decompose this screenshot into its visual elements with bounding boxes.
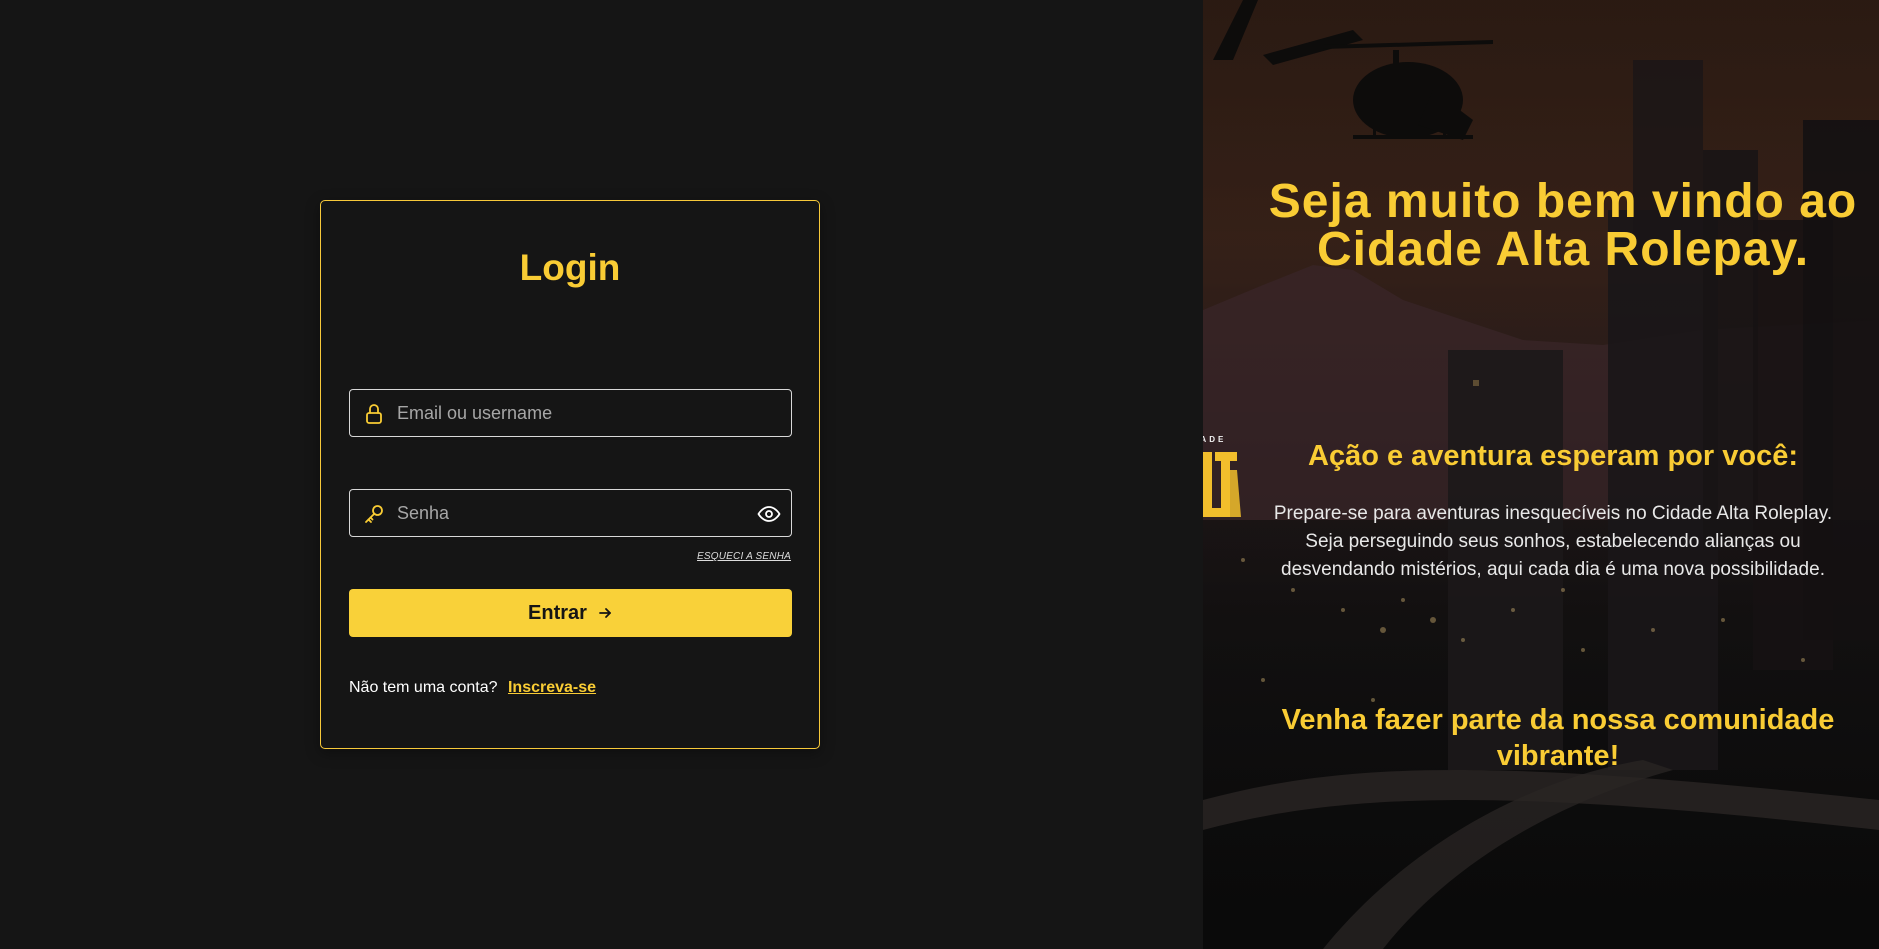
cidade-alta-logo: CIDADE: [1203, 432, 1243, 522]
signup-row: Não tem uma conta? Inscreva-se: [349, 679, 596, 697]
welcome-subtitle: Ação e aventura esperam por você:: [1308, 440, 1798, 472]
community-cta: Venha fazer parte da nossa comunidade vi…: [1281, 704, 1835, 772]
key-icon: [362, 502, 386, 526]
submit-label: Entrar: [528, 601, 587, 624]
username-field[interactable]: [349, 389, 792, 437]
forgot-password-link[interactable]: ESQUECI A SENHA: [697, 551, 791, 562]
login-panel: Login Email ou username ESQUECI A SENHA …: [0, 0, 1203, 949]
login-card: Login Email ou username ESQUECI A SENHA …: [320, 200, 820, 749]
svg-text:CIDADE: CIDADE: [1203, 435, 1226, 444]
username-input[interactable]: [397, 390, 737, 436]
login-submit-button[interactable]: Entrar: [349, 589, 792, 637]
login-title: Login: [519, 247, 621, 288]
password-field[interactable]: [349, 489, 792, 537]
arrow-right-icon: [599, 608, 611, 618]
password-input[interactable]: [397, 490, 737, 536]
welcome-title: Seja muito bem vindo ao Cidade Alta Role…: [1268, 175, 1858, 276]
welcome-panel: Seja muito bem vindo ao Cidade Alta Role…: [1203, 0, 1879, 949]
signup-prompt: Não tem uma conta?: [349, 679, 498, 696]
signup-link[interactable]: Inscreva-se: [508, 679, 596, 696]
city-background-image: [1203, 0, 1879, 949]
welcome-description: Prepare-se para aventuras inesquecíveis …: [1273, 503, 1833, 580]
eye-icon[interactable]: [757, 502, 781, 526]
lock-icon: [362, 402, 386, 426]
